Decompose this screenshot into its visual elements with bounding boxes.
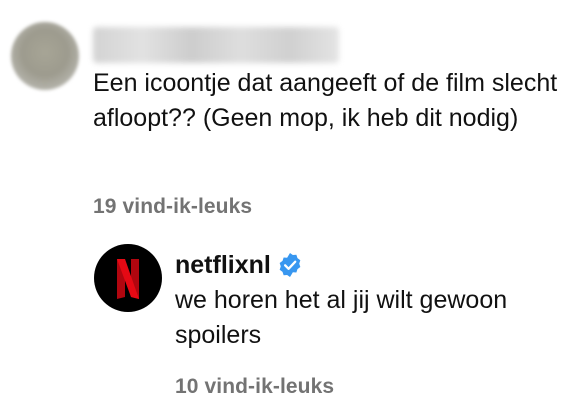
commenter-username-redacted[interactable] bbox=[93, 27, 339, 63]
reply-likes-count[interactable]: 10 vind-ik-leuks bbox=[175, 375, 334, 399]
netflix-avatar[interactable] bbox=[94, 244, 162, 312]
reply-username[interactable]: netflixnl bbox=[175, 251, 271, 280]
comment-thread: Een icoontje dat aangeeft of de film sle… bbox=[0, 0, 576, 414]
commenter-avatar[interactable] bbox=[11, 22, 79, 90]
reply-text: we horen het al jij wilt gewoon spoilers bbox=[175, 286, 508, 349]
comment-likes-count[interactable]: 19 vind-ik-leuks bbox=[93, 195, 252, 219]
netflix-n-logo-icon bbox=[117, 259, 139, 299]
reply-header: netflixnl bbox=[175, 249, 303, 281]
comment-text: Een icoontje dat aangeeft of de film sle… bbox=[93, 69, 558, 132]
verified-badge-icon bbox=[277, 252, 303, 278]
